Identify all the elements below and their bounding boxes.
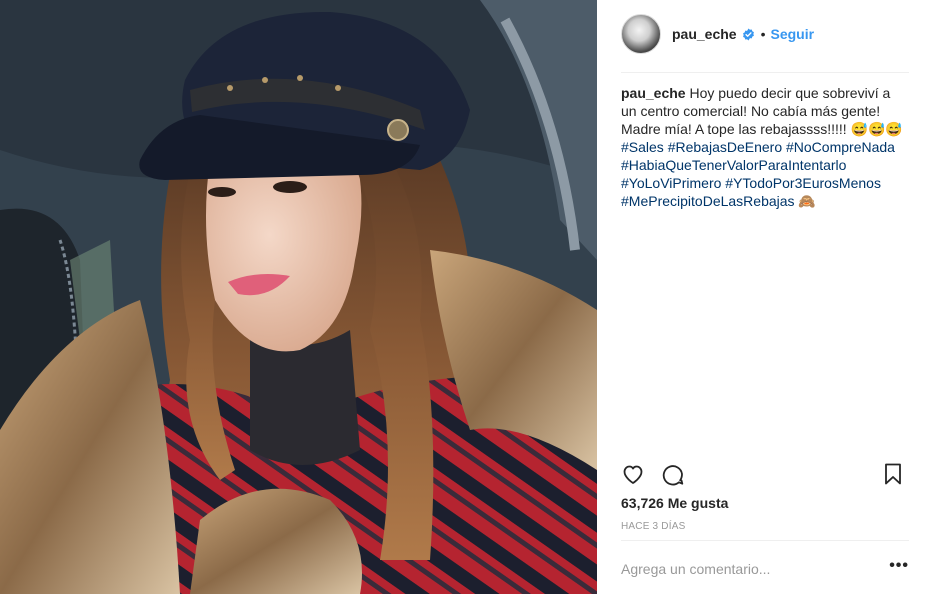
caption-trailing-emoji: 🙈 [794, 193, 816, 209]
heart-icon[interactable] [621, 462, 645, 486]
hashtag-link[interactable]: #MePrecipitoDeLasRebajas [621, 193, 795, 209]
hashtag-link[interactable]: #NoCompreNada [786, 139, 895, 155]
hashtag-link[interactable]: #YoLoViPrimero [621, 175, 721, 191]
header-divider [621, 72, 909, 73]
caption-username[interactable]: pau_eche [621, 85, 686, 101]
hashtag-link[interactable]: #HabiaQueTenerValorParaIntentarlo [621, 157, 846, 173]
hashtag-link[interactable]: #Sales [621, 139, 664, 155]
username[interactable]: pau_eche [672, 26, 737, 42]
post-header: pau_eche • Seguir [621, 14, 909, 54]
more-options-icon[interactable]: ••• [889, 557, 909, 581]
hashtag-link[interactable]: #RebajasDeEnero [668, 139, 782, 155]
post-timestamp[interactable]: HACE 3 DÍAS [621, 521, 685, 532]
post-caption: pau_eche Hoy puedo decir que sobreviví a… [621, 84, 907, 210]
follow-button[interactable]: Seguir [771, 26, 815, 42]
separator-dot: • [760, 26, 766, 42]
comment-box: ••• [621, 556, 909, 582]
likes-count[interactable]: 63,726 Me gusta [621, 495, 728, 511]
bookmark-icon[interactable] [881, 462, 905, 486]
comment-icon[interactable] [661, 462, 685, 486]
post-photo[interactable] [0, 0, 597, 594]
hashtag-list: #Sales #RebajasDeEnero #NoCompreNada #Ha… [621, 138, 907, 210]
avatar[interactable] [621, 14, 661, 54]
post-side-panel: pau_eche • Seguir pau_eche Hoy puedo dec… [597, 0, 925, 594]
post-actions [621, 462, 905, 488]
hashtag-link[interactable]: #YTodoPor3EurosMenos [725, 175, 881, 191]
comment-input[interactable] [621, 561, 890, 577]
verified-badge-icon [742, 28, 754, 40]
comment-divider [621, 540, 909, 541]
